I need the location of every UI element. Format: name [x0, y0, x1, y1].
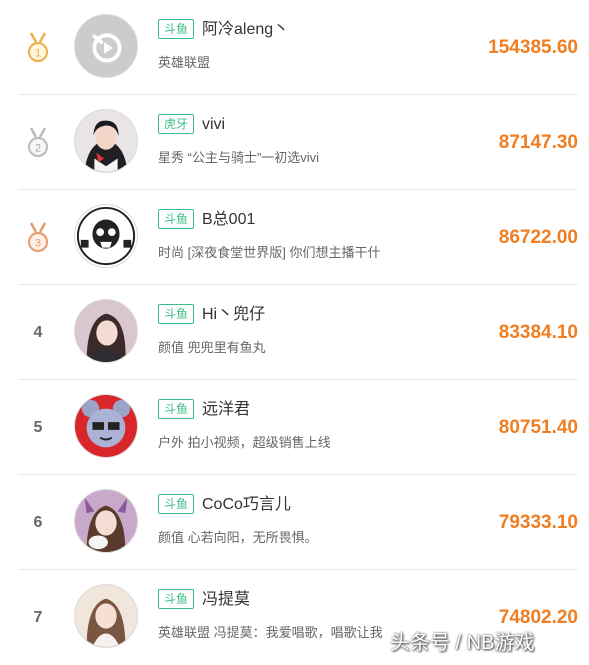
amount-value: 87147.30 — [498, 132, 578, 153]
skull-logo-icon — [75, 205, 137, 267]
platform-tag: 虎牙 — [158, 114, 195, 134]
rank-cell: 3 — [18, 190, 58, 285]
avatar[interactable] — [74, 299, 138, 363]
streamer-name[interactable]: B总001 — [202, 209, 255, 231]
platform-tag: 斗鱼 — [158, 209, 195, 229]
avatar-photo-icon — [75, 490, 137, 552]
avatar-photo-icon — [75, 585, 137, 647]
rank-cell: 5 — [18, 380, 58, 475]
streamer-description: 星秀 “公主与骑士”一初选vivi — [158, 150, 320, 165]
streamer-name[interactable]: 阿冷aleng丶 — [202, 19, 289, 41]
rank-cell: 6 — [18, 475, 58, 570]
platform-tag: 斗鱼 — [158, 19, 195, 39]
silver-medal-icon: 2 — [28, 126, 48, 157]
ranking-list: 1 斗鱼 阿冷aleng丶 英雄联盟 154385.60 2 虎牙 vivi 星… — [0, 0, 589, 663]
amount-value: 79333.10 — [498, 512, 578, 533]
bronze-medal-icon: 3 — [28, 221, 48, 252]
medal-rank-number: 2 — [35, 142, 41, 154]
streamer-name[interactable]: Hi丶兜仔 — [202, 304, 265, 326]
rank-cell: 4 — [18, 285, 58, 380]
streamer-name[interactable]: CoCo巧言儿 — [202, 494, 291, 516]
amount-value: 80751.40 — [498, 417, 578, 438]
rank-number: 7 — [33, 608, 43, 626]
streamer-description: 英雄联盟 冯提莫：我爱唱歌，唱歌让我 — [158, 625, 383, 640]
cartoon-avatar-icon — [75, 395, 137, 457]
watermark: 头条号 / NB游戏 — [390, 632, 535, 654]
rank-cell: 7 — [18, 570, 58, 665]
play-logo-icon — [75, 15, 137, 77]
streamer-description: 颜值 兜兜里有鱼丸 — [158, 340, 266, 355]
medal-rank-number: 3 — [35, 237, 41, 249]
streamer-name[interactable]: vivi — [202, 114, 225, 136]
ranking-row[interactable]: 1 斗鱼 阿冷aleng丶 英雄联盟 154385.60 — [18, 0, 578, 95]
avatar-photo-icon — [75, 300, 137, 362]
streamer-name[interactable]: 远洋君 — [202, 399, 250, 421]
rank-number: 4 — [33, 323, 43, 341]
avatar-photo-icon — [75, 110, 137, 172]
rank-number: 5 — [33, 418, 43, 436]
streamer-description: 时尚 [深夜食堂世界版] 你们想主播干什 — [158, 245, 381, 260]
platform-tag: 斗鱼 — [158, 399, 195, 419]
platform-tag: 斗鱼 — [158, 304, 195, 324]
streamer-name[interactable]: 冯提莫 — [202, 589, 250, 611]
avatar[interactable] — [74, 489, 138, 553]
ranking-row[interactable]: 3 斗鱼 B总001 时尚 [深夜食堂世界版] 你们想主播干什 86722.00 — [18, 190, 578, 285]
ranking-row[interactable]: 2 虎牙 vivi 星秀 “公主与骑士”一初选vivi 87147.30 — [18, 95, 578, 190]
medal-rank-number: 1 — [35, 47, 41, 59]
avatar[interactable] — [74, 584, 138, 648]
avatar[interactable] — [74, 394, 138, 458]
avatar[interactable] — [74, 14, 138, 78]
streamer-description: 颜值 心若向阳，无所畏惧。 — [158, 530, 318, 545]
platform-tag: 斗鱼 — [158, 589, 195, 609]
rank-cell: 2 — [18, 95, 58, 190]
streamer-description: 户外 拍小视频，超级销售上线 — [158, 435, 331, 450]
amount-value: 83384.10 — [498, 322, 578, 343]
ranking-row[interactable]: 4 斗鱼 Hi丶兜仔 颜值 兜兜里有鱼丸 83384.10 — [18, 285, 578, 380]
gold-medal-icon: 1 — [28, 31, 48, 62]
amount-value: 154385.60 — [488, 37, 578, 58]
rank-cell: 1 — [18, 0, 58, 95]
ranking-row[interactable]: 5 斗鱼 远洋君 户外 拍小视频，超级销售上线 80751.40 — [18, 380, 578, 475]
ranking-row[interactable]: 6 斗鱼 CoCo巧言儿 颜值 心若向阳，无所畏惧。 79333.10 — [18, 475, 578, 570]
platform-tag: 斗鱼 — [158, 494, 195, 514]
avatar[interactable] — [74, 109, 138, 173]
rank-number: 6 — [33, 513, 43, 531]
streamer-description: 英雄联盟 — [158, 55, 211, 70]
avatar[interactable] — [74, 204, 138, 268]
amount-value: 86722.00 — [498, 227, 578, 248]
